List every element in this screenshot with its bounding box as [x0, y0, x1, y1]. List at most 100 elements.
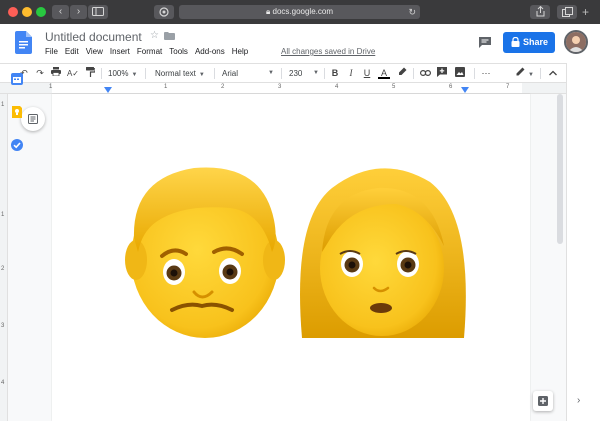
lock-icon	[511, 37, 520, 47]
menu-edit[interactable]: Edit	[65, 47, 79, 58]
collapse-icon[interactable]	[548, 67, 558, 80]
left-indent-marker[interactable]	[104, 87, 112, 93]
save-status-link[interactable]: All changes saved in Drive	[281, 47, 375, 56]
italic-button[interactable]: I	[346, 67, 356, 80]
formatting-toolbar: ↶ ↷ A✓ 100% ▼ Normal text ▼ Arial ▼ 230 ▼ B …	[0, 63, 566, 92]
calendar-icon[interactable]	[10, 72, 24, 86]
printer-shape	[51, 67, 61, 77]
paragraph-style-select[interactable]: Normal text ▼	[155, 67, 205, 80]
man-emoji[interactable]	[122, 160, 287, 340]
link-icon[interactable]	[419, 67, 431, 80]
more-options-icon[interactable]: ⋯	[480, 67, 492, 80]
browser-toolbar: ‹ › 🔒︎ docs.google.com ↻ +	[0, 0, 600, 24]
share-label: Share	[523, 37, 549, 47]
share-icon	[536, 5, 544, 17]
tasks-icon[interactable]	[10, 138, 24, 152]
side-panel	[566, 63, 600, 421]
menu-format[interactable]: Format	[137, 47, 162, 58]
right-indent-marker[interactable]	[461, 87, 469, 93]
caret-down-icon: ▼	[268, 70, 274, 76]
toolbar-divider	[474, 68, 475, 79]
insert-image-icon[interactable]: ▼	[452, 67, 468, 92]
caret-down-icon: ▼	[131, 72, 138, 78]
vertical-scrollbar[interactable]	[557, 94, 563, 244]
spellcheck-icon[interactable]: A✓	[66, 67, 80, 80]
paint-roller-shape	[85, 67, 96, 77]
toolbar-divider	[413, 68, 414, 79]
menu-addons[interactable]: Add-ons	[195, 47, 225, 58]
toolbar-divider	[101, 68, 102, 79]
explore-icon	[538, 396, 548, 406]
menu-help[interactable]: Help	[232, 47, 248, 58]
menu-insert[interactable]: Insert	[110, 47, 130, 58]
menu-tools[interactable]: Tools	[169, 47, 188, 58]
print-icon[interactable]	[50, 67, 62, 80]
new-tab-button[interactable]: +	[582, 6, 589, 18]
address-bar[interactable]: 🔒︎ docs.google.com ↻	[179, 5, 420, 19]
comment-plus-shape	[437, 67, 447, 77]
close-window-button[interactable]	[8, 7, 18, 17]
keep-icon[interactable]	[10, 105, 24, 119]
chevron-right-icon: ›	[76, 6, 81, 17]
minimize-window-button[interactable]	[22, 7, 32, 17]
zoom-select[interactable]: 100% ▼	[108, 67, 137, 80]
chevron-right-icon[interactable]: ›	[577, 395, 580, 406]
paint-format-icon[interactable]	[84, 67, 96, 80]
tab-overview-button[interactable]	[557, 5, 577, 19]
explore-button[interactable]	[533, 391, 553, 411]
add-comment-icon[interactable]	[436, 67, 448, 80]
document-outline-button[interactable]	[21, 107, 45, 131]
ruler-number: 3	[278, 84, 282, 90]
avatar[interactable]	[564, 30, 588, 54]
folder-icon[interactable]	[164, 32, 175, 40]
outline-icon	[28, 114, 38, 124]
back-button[interactable]: ‹	[52, 5, 69, 19]
share-button[interactable]: Share	[503, 32, 555, 53]
docs-logo-icon[interactable]	[15, 31, 32, 54]
reload-icon[interactable]: ↻	[408, 5, 416, 19]
underline-button[interactable]: U	[362, 67, 372, 80]
ruler-number: 4	[335, 84, 339, 90]
font-size-select[interactable]: 230 ▼	[289, 67, 319, 80]
marker-shape	[398, 67, 406, 75]
ruler-number: 2	[221, 84, 225, 90]
tabs-icon	[561, 7, 573, 17]
toolbar-divider	[281, 68, 282, 79]
privacy-report-button[interactable]	[154, 5, 174, 19]
star-icon[interactable]: ☆	[150, 30, 159, 41]
browser-share-button[interactable]	[530, 5, 550, 19]
vertical-ruler[interactable]: 1 1 2 3 4	[0, 94, 8, 421]
ruler-number: 3	[1, 323, 5, 329]
edit-mode-icon[interactable]: ▼	[516, 67, 534, 80]
chevron-left-icon: ‹	[58, 6, 63, 17]
horizontal-ruler[interactable]: 1 1 2 3 4 5 6 7	[0, 83, 566, 94]
zoom-window-button[interactable]	[36, 7, 46, 17]
woman-emoji[interactable]	[292, 160, 472, 340]
ruler-number: 1	[49, 84, 53, 90]
sidebar-toggle-button[interactable]	[88, 5, 108, 19]
bold-button[interactable]: B	[330, 67, 340, 80]
sidebar-icon	[92, 7, 104, 16]
toolbar-divider	[324, 68, 325, 79]
forward-button[interactable]: ›	[70, 5, 87, 19]
redo-icon[interactable]: ↷	[34, 67, 46, 80]
comment-history-icon[interactable]	[478, 36, 492, 48]
document-canvas[interactable]	[8, 94, 566, 421]
document-title[interactable]: Untitled document	[45, 30, 142, 44]
ruler-number: 4	[1, 380, 5, 386]
menu-file[interactable]: File	[45, 47, 58, 58]
style-value: Normal text	[155, 69, 196, 78]
caret-down-icon: ▼	[528, 72, 534, 78]
font-select[interactable]: Arial ▼	[222, 67, 274, 80]
font-size-value: 230	[289, 69, 303, 78]
chain-shape	[419, 70, 431, 77]
text-color-button[interactable]: A	[378, 67, 390, 79]
highlight-icon[interactable]	[396, 67, 408, 80]
font-value: Arial	[222, 69, 239, 78]
url-text: docs.google.com	[272, 7, 333, 16]
chevron-up-shape	[549, 70, 557, 76]
ruler-number: 2	[1, 266, 5, 272]
ruler-number: 1	[164, 84, 168, 90]
caret-down-icon: ▼	[313, 70, 319, 76]
menu-view[interactable]: View	[86, 47, 103, 58]
